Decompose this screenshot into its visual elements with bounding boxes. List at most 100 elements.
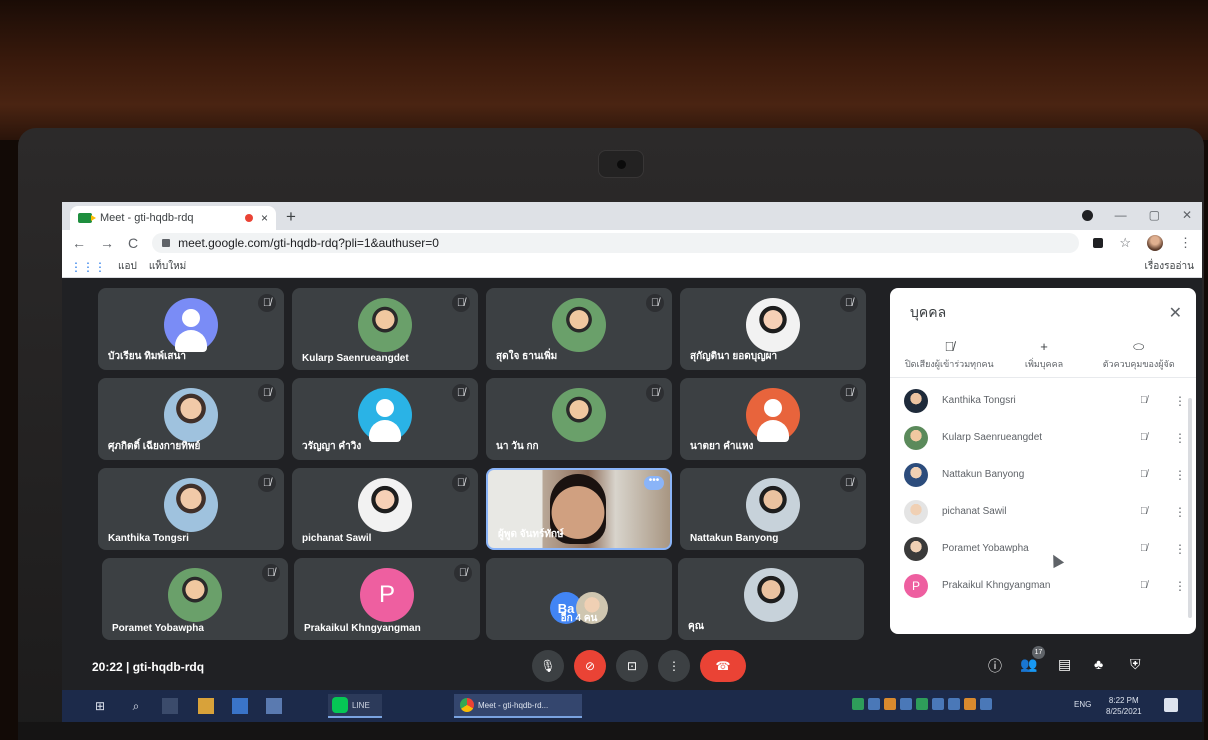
- tray-icon[interactable]: [948, 698, 960, 710]
- taskbar-chrome-meet[interactable]: Meet - gti-hqdb-rd...: [454, 694, 582, 718]
- bookmark-apps[interactable]: แอป: [118, 259, 137, 274]
- chrome-menu-button[interactable]: ⋮: [1179, 235, 1192, 251]
- participant-tile[interactable]: 🎙̸ Poramet Yobawpha: [102, 558, 288, 640]
- list-item[interactable]: Kularp Saenrueangdet 🎙̸ ⋮: [904, 419, 1186, 456]
- profile-avatar[interactable]: [1147, 235, 1163, 251]
- url-text[interactable]: meet.google.com/gti-hqdb-rdq?pli=1&authu…: [178, 236, 439, 250]
- chat-icon[interactable]: ▤: [1058, 656, 1071, 673]
- tray-icon[interactable]: [852, 698, 864, 710]
- tray-icon[interactable]: [900, 698, 912, 710]
- mute-all-button[interactable]: 🎙̸ ปิดเสียงผู้เข้าร่วมทุกคน: [902, 340, 997, 371]
- host-safety-icon[interactable]: ⛨: [1130, 656, 1141, 673]
- list-item[interactable]: Kanthika Tongsri 🎙̸ ⋮: [904, 382, 1186, 419]
- row-menu-button[interactable]: ⋮: [1174, 394, 1186, 408]
- profile-icon[interactable]: [1081, 209, 1093, 221]
- photos-icon[interactable]: [266, 698, 282, 714]
- window-controls: — ▢ ✕: [1081, 208, 1192, 222]
- list-item[interactable]: Nattakun Banyong 🎙̸ ⋮: [904, 456, 1186, 493]
- panel-close-button[interactable]: ✕: [1169, 303, 1182, 323]
- list-item[interactable]: P Prakaikul Khngyangman 🎙̸ ⋮: [904, 567, 1186, 604]
- chrome-window-label: Meet - gti-hqdb-rd...: [478, 700, 549, 710]
- tray-icon[interactable]: [916, 698, 928, 710]
- forward-button[interactable]: →: [100, 235, 114, 251]
- row-menu-button[interactable]: ⋮: [1174, 431, 1186, 445]
- notifications-icon[interactable]: [1164, 698, 1178, 712]
- new-tab-button[interactable]: +: [286, 207, 296, 227]
- participant-tile[interactable]: 🎙̸ บัวเรียน ทิมพ์เสนา: [98, 288, 284, 370]
- people-list: Kanthika Tongsri 🎙̸ ⋮ Kularp Saenrueangd…: [890, 378, 1196, 604]
- leave-call-button[interactable]: ☎: [700, 650, 746, 682]
- row-menu-button[interactable]: ⋮: [1174, 505, 1186, 519]
- participant-tile[interactable]: 🎙̸ นาตยา คำแหง: [680, 378, 866, 460]
- participant-tile[interactable]: 🎙̸ Kularp Saenrueangdet: [292, 288, 478, 370]
- others-tile[interactable]: Ba อีก 4 คน: [486, 558, 672, 640]
- muted-mic-icon[interactable]: 🎙̸: [1140, 432, 1160, 443]
- list-item[interactable]: pichanat Sawil 🎙̸ ⋮: [904, 493, 1186, 530]
- camera-indicator-icon[interactable]: [1093, 238, 1104, 248]
- list-item[interactable]: Poramet Yobawpha 🎙̸ ⋮: [904, 530, 1186, 567]
- present-now-button[interactable]: ⊡: [616, 650, 648, 682]
- store-icon[interactable]: [198, 698, 214, 714]
- tray-icon[interactable]: [932, 698, 944, 710]
- panel-scrollbar[interactable]: [1188, 398, 1192, 618]
- participant-tile[interactable]: 🎙̸ Nattakun Banyong: [680, 468, 866, 550]
- participant-tile[interactable]: 🎙̸ นา วัน กก: [486, 378, 672, 460]
- tile-more-options-button[interactable]: •••: [644, 476, 664, 490]
- omnibox[interactable]: meet.google.com/gti-hqdb-rdq?pli=1&authu…: [152, 233, 1080, 253]
- volume-icon[interactable]: [980, 698, 992, 710]
- participant-tile[interactable]: 🎙̸ Kanthika Tongsri: [98, 468, 284, 550]
- chrome-icon: [460, 698, 474, 712]
- muted-mic-icon[interactable]: 🎙̸: [1140, 543, 1160, 554]
- minimize-button[interactable]: —: [1115, 208, 1127, 222]
- muted-mic-icon[interactable]: 🎙̸: [1140, 506, 1160, 517]
- close-window-button[interactable]: ✕: [1182, 208, 1192, 222]
- reload-button[interactable]: C: [128, 235, 138, 251]
- taskbar-line-app[interactable]: LINE: [328, 694, 382, 718]
- camera-off-button[interactable]: ⊘: [574, 650, 606, 682]
- participant-tile[interactable]: 🎙̸ สุกัญตินา ยอดบุญผา: [680, 288, 866, 370]
- active-speaker-video-tile[interactable]: ••• ผู้พูด จันทร์ทักษ์: [486, 468, 672, 550]
- person-name: Poramet Yobawpha: [942, 543, 1029, 554]
- tab-close-button[interactable]: ×: [261, 211, 268, 225]
- add-people-button[interactable]: + เพิ่มบุคคล: [997, 340, 1092, 371]
- participant-tile[interactable]: 🎙̸ สุดใจ ธานเพิ่ม: [486, 288, 672, 370]
- row-menu-button[interactable]: ⋮: [1174, 542, 1186, 556]
- mic-toggle-button[interactable]: 🎙: [532, 650, 564, 682]
- self-tile[interactable]: คุณ: [678, 558, 864, 640]
- muted-mic-icon: 🎙̸: [840, 474, 858, 492]
- apps-grid-icon[interactable]: ⋮⋮⋮: [70, 260, 106, 274]
- muted-mic-icon[interactable]: 🎙̸: [1140, 395, 1160, 406]
- tray-icon[interactable]: [964, 698, 976, 710]
- row-menu-button[interactable]: ⋮: [1174, 579, 1186, 593]
- row-menu-button[interactable]: ⋮: [1174, 468, 1186, 482]
- muted-mic-icon: 🎙̸: [258, 384, 276, 402]
- search-icon[interactable]: ⌕: [128, 698, 144, 714]
- participant-tile[interactable]: 🎙̸ วรัญญา คำวิง: [292, 378, 478, 460]
- meet-main: 🎙̸ บัวเรียน ทิมพ์เสนา 🎙̸ Kularp Saenruea…: [62, 278, 1202, 722]
- participant-tile[interactable]: 🎙̸ ศุภกิตติ์ เฉียงกายทิพย์: [98, 378, 284, 460]
- language-indicator[interactable]: ENG: [1074, 700, 1091, 709]
- restore-button[interactable]: ▢: [1149, 208, 1160, 222]
- start-button[interactable]: ⊞: [92, 698, 108, 714]
- bookmark-new-tab[interactable]: แท็บใหม่: [149, 259, 186, 274]
- bookmark-star-icon[interactable]: ☆: [1119, 235, 1131, 251]
- activities-icon[interactable]: ♣: [1094, 656, 1103, 672]
- tray-icon[interactable]: [868, 698, 880, 710]
- tab-meet[interactable]: Meet - gti-hqdb-rdq ×: [70, 206, 276, 230]
- person-name: Kanthika Tongsri: [942, 395, 1016, 406]
- tray-icon[interactable]: [884, 698, 896, 710]
- back-button[interactable]: ←: [72, 235, 86, 251]
- muted-mic-icon[interactable]: 🎙̸: [1140, 469, 1160, 480]
- people-icon[interactable]: 👥: [1020, 656, 1037, 673]
- more-options-button[interactable]: ⋮: [658, 650, 690, 682]
- task-view-icon[interactable]: [162, 698, 178, 714]
- participant-tile[interactable]: 🎙̸ P Prakaikul Khngyangman: [294, 558, 480, 640]
- participant-tile[interactable]: 🎙̸ pichanat Sawil: [292, 468, 478, 550]
- taskbar-clock[interactable]: 8:22 PM 8/25/2021: [1106, 695, 1142, 717]
- mail-icon[interactable]: [232, 698, 248, 714]
- reading-list-button[interactable]: เรื่องรออ่าน: [1144, 259, 1194, 274]
- muted-mic-icon[interactable]: 🎙̸: [1140, 580, 1160, 591]
- meeting-details-icon[interactable]: ⓘ: [988, 656, 1002, 676]
- avatar: [904, 388, 928, 413]
- host-controls-button[interactable]: ⬭ ตัวควบคุมของผู้จัด: [1091, 340, 1186, 371]
